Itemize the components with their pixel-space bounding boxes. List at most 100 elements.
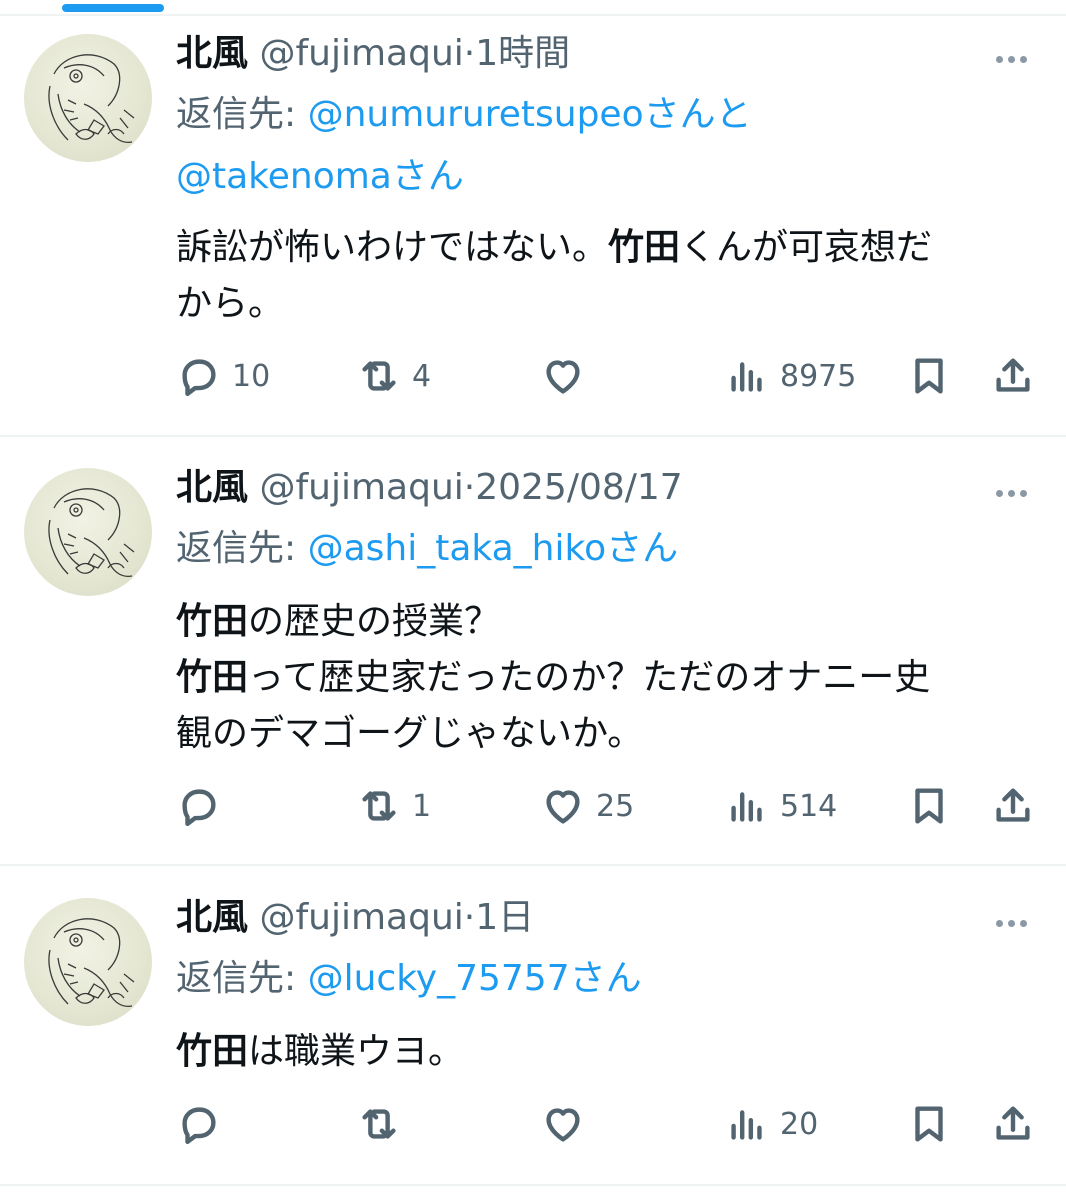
bookmark-button[interactable] bbox=[906, 1096, 952, 1152]
tweet-text-segment: の歴史の授業？ bbox=[248, 601, 501, 642]
reply-count: 10 bbox=[232, 358, 271, 394]
retweet-button[interactable] bbox=[356, 1096, 412, 1152]
tweet-text-bold: 竹田 bbox=[176, 657, 249, 698]
tweet-text-bold: 竹田 bbox=[176, 1031, 249, 1072]
retweet-button[interactable]: 1 bbox=[356, 778, 431, 834]
share-button[interactable] bbox=[990, 1096, 1036, 1152]
tweet-text-segment: くんが可哀想だ bbox=[680, 227, 933, 268]
heart-icon bbox=[546, 360, 580, 394]
timestamp[interactable]: 1時間 bbox=[475, 33, 570, 74]
reply-icon bbox=[182, 789, 216, 827]
tweet-text-segment: は職業ウヨ。 bbox=[248, 1031, 465, 1072]
display-name[interactable]: 北風 bbox=[176, 33, 248, 74]
like-button[interactable] bbox=[540, 1096, 596, 1152]
views-count: 514 bbox=[780, 788, 838, 824]
avatar-drawing bbox=[48, 54, 135, 144]
like-count: 25 bbox=[596, 788, 635, 824]
avatar[interactable] bbox=[24, 898, 152, 1026]
avatar[interactable] bbox=[24, 468, 152, 596]
more-icon[interactable] bbox=[996, 48, 1036, 68]
tweet-text-segment: 観のデマゴーグじゃないか。 bbox=[176, 713, 644, 754]
bookmark-icon bbox=[915, 358, 943, 394]
heart-icon bbox=[546, 1108, 580, 1142]
share-button[interactable] bbox=[990, 348, 1036, 404]
user-handle[interactable]: @fujimaqui bbox=[259, 467, 463, 508]
tweet[interactable]: 北風 @fujimaqui·1日 返信先: @lucky_75757さん 竹田は… bbox=[0, 894, 1066, 1184]
retweet-count: 1 bbox=[412, 788, 432, 824]
mention-link[interactable]: @ashi_taka_hiko bbox=[308, 528, 607, 569]
mention-link[interactable]: @takenoma bbox=[176, 156, 392, 197]
reply-button[interactable] bbox=[176, 1096, 232, 1152]
more-icon[interactable] bbox=[996, 482, 1036, 502]
action-bar: 20 bbox=[0, 1096, 1066, 1152]
tweet-text-segment: から。 bbox=[176, 283, 285, 324]
heart-icon bbox=[546, 790, 580, 824]
tweet-header: 北風 @fujimaqui·1日 bbox=[176, 894, 534, 942]
reply-suffix[interactable]: さん bbox=[392, 156, 464, 197]
reply-to-line-2: @takenomaさん bbox=[176, 146, 464, 208]
tweet-text-segment: 訴訟が怖いわけではない。 bbox=[176, 227, 609, 268]
share-button[interactable] bbox=[990, 778, 1036, 834]
reply-button[interactable] bbox=[176, 778, 232, 834]
reply-prefix: 返信先: bbox=[176, 528, 297, 569]
tweet-text-bold: 竹田 bbox=[176, 601, 249, 642]
views-icon bbox=[731, 362, 762, 392]
tweet-divider bbox=[0, 864, 1066, 866]
reply-prefix: 返信先: bbox=[176, 958, 297, 999]
action-bar: 10 4 8975 bbox=[0, 348, 1066, 404]
tweet[interactable]: 北風 @fujimaqui·2025/08/17 返信先: @ashi_taka… bbox=[0, 464, 1066, 864]
reply-prefix: 返信先: bbox=[176, 94, 297, 135]
display-name[interactable]: 北風 bbox=[176, 897, 248, 938]
reply-suffix[interactable]: さん bbox=[606, 528, 678, 569]
mention-link[interactable]: @lucky_75757 bbox=[308, 958, 570, 999]
timestamp[interactable]: 1日 bbox=[475, 897, 534, 938]
reply-join[interactable]: さんと bbox=[644, 94, 752, 135]
bookmark-button[interactable] bbox=[906, 348, 952, 404]
reply-icon bbox=[182, 1107, 216, 1145]
bookmark-icon bbox=[915, 1106, 943, 1142]
top-divider bbox=[0, 14, 1066, 16]
tweet-text: 竹田は職業ウヨ。 bbox=[176, 1024, 1036, 1080]
user-handle[interactable]: @fujimaqui bbox=[259, 897, 463, 938]
reply-suffix[interactable]: さん bbox=[570, 958, 642, 999]
views-icon bbox=[731, 1110, 762, 1140]
tab-indicator bbox=[62, 4, 164, 12]
like-button[interactable] bbox=[540, 348, 596, 404]
tweet-divider bbox=[0, 435, 1066, 437]
share-icon bbox=[996, 1106, 1030, 1140]
reply-icon bbox=[182, 359, 216, 397]
tweet-header: 北風 @fujimaqui·2025/08/17 bbox=[176, 464, 683, 512]
views-button[interactable]: 20 bbox=[724, 1096, 818, 1152]
views-button[interactable]: 514 bbox=[724, 778, 837, 834]
separator-dot: · bbox=[463, 897, 476, 938]
separator-dot: · bbox=[463, 467, 476, 508]
bookmark-button[interactable] bbox=[906, 778, 952, 834]
retweet-count: 4 bbox=[412, 358, 432, 394]
reply-to-line: 返信先: @lucky_75757さん bbox=[176, 948, 642, 1010]
views-icon bbox=[731, 792, 762, 822]
avatar[interactable] bbox=[24, 34, 152, 162]
tweet[interactable]: 北風 @fujimaqui·1時間 返信先: @numururetsupeoさん… bbox=[0, 30, 1066, 435]
avatar-drawing bbox=[48, 488, 135, 578]
more-icon[interactable] bbox=[996, 912, 1036, 932]
user-handle[interactable]: @fujimaqui bbox=[259, 33, 463, 74]
separator-dot: · bbox=[463, 33, 476, 74]
reply-button[interactable]: 10 bbox=[176, 348, 270, 404]
retweet-button[interactable]: 4 bbox=[356, 348, 431, 404]
retweet-icon bbox=[362, 361, 396, 391]
tweet-text-bold: 竹田 bbox=[608, 227, 681, 268]
views-count: 8975 bbox=[780, 358, 857, 394]
reply-to-line: 返信先: @numururetsupeoさんと bbox=[176, 84, 752, 146]
share-icon bbox=[996, 788, 1030, 822]
display-name[interactable]: 北風 bbox=[176, 467, 248, 508]
tweet-header: 北風 @fujimaqui·1時間 bbox=[176, 30, 570, 78]
views-button[interactable]: 8975 bbox=[724, 348, 856, 404]
retweet-icon bbox=[362, 1109, 396, 1139]
views-count: 20 bbox=[780, 1106, 819, 1142]
tweet-text: 竹田の歴史の授業？ 竹田って歴史家だったのか？ただのオナニー史 観のデマゴーグじ… bbox=[176, 594, 1036, 762]
timestamp[interactable]: 2025/08/17 bbox=[475, 467, 683, 508]
share-icon bbox=[996, 358, 1030, 392]
retweet-icon bbox=[362, 791, 396, 821]
mention-link[interactable]: @numururetsupeo bbox=[308, 94, 644, 135]
like-button[interactable]: 25 bbox=[540, 778, 634, 834]
